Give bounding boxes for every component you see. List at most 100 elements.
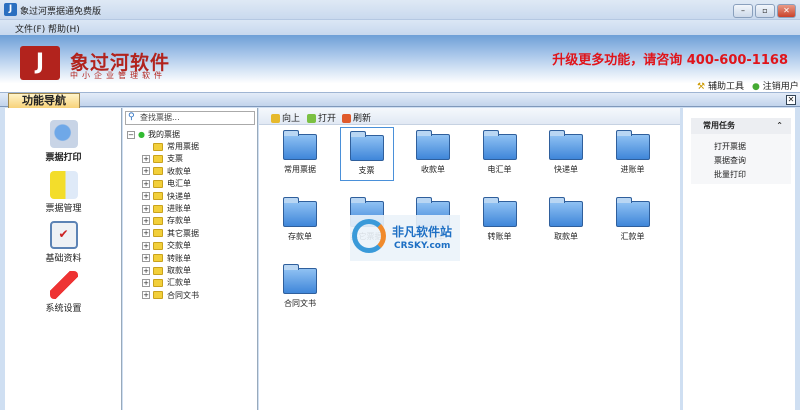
- minimize-button[interactable]: –: [733, 4, 753, 18]
- upgrade-notice: 升级更多功能，请咨询 400-600-1168: [552, 53, 788, 68]
- menu-help[interactable]: 帮助(H): [48, 22, 80, 35]
- tree-item-label: 快递单: [167, 191, 191, 201]
- expand-icon: +: [142, 154, 150, 163]
- tree-item-label: 存款单: [167, 216, 191, 226]
- tree-item[interactable]: + 收款单: [142, 166, 191, 178]
- folder-icon: [153, 241, 163, 250]
- expand-icon: +: [142, 167, 150, 176]
- folder-item[interactable]: 快递单: [539, 127, 593, 181]
- folder-item[interactable]: 支票: [339, 127, 394, 181]
- tools-label: 辅助工具: [707, 82, 744, 92]
- folder-item[interactable]: 汇款单: [606, 194, 660, 248]
- check-icon: ●: [138, 130, 145, 139]
- expand-icon: +: [142, 229, 150, 238]
- tree-item-label: 支票: [167, 154, 183, 164]
- folder-item[interactable]: 收款单: [406, 127, 460, 181]
- tree-item[interactable]: + 快递单: [142, 191, 191, 203]
- folder-item[interactable]: 常用票据: [273, 127, 327, 181]
- folder-label: 取款单: [554, 232, 578, 241]
- tab-function-nav[interactable]: 功能导航: [8, 93, 80, 108]
- tab-close-icon[interactable]: ✕: [786, 95, 796, 105]
- main-panel: 向上 打开 刷新 常用票据支票收款单电汇单快递单进账单存款单其它票据交款单转账单…: [259, 108, 680, 410]
- clipboard-icon: [49, 171, 78, 199]
- expand-icon: +: [142, 179, 150, 188]
- tree-item[interactable]: + 取款单: [142, 265, 191, 277]
- refresh-button[interactable]: 刷新: [342, 111, 371, 124]
- up-button[interactable]: 向上: [271, 111, 300, 124]
- watermark-en: CRSKY.com: [394, 241, 451, 251]
- up-label: 向上: [282, 114, 301, 124]
- nav-print[interactable]: 票据打印: [5, 120, 122, 163]
- close-button[interactable]: ✕: [777, 4, 796, 18]
- tree-item[interactable]: + 存款单: [142, 215, 191, 227]
- task-batch-print[interactable]: 批量打印: [714, 169, 746, 180]
- ticket-tree: 查找票据... ⚲ − ● 我的票据 常用票据 + 支票 + 收款单 + 电汇单 + 快递单 + 进账单…: [123, 108, 258, 410]
- folder-icon: [283, 264, 317, 294]
- folder-icon: [615, 130, 650, 160]
- folder-item[interactable]: 电汇单: [473, 127, 527, 181]
- folder-label: 汇款单: [620, 232, 645, 241]
- tree-item[interactable]: + 合同文书: [142, 290, 199, 302]
- tree-item-label: 其它票据: [167, 228, 199, 238]
- watermark: 非凡软件站 CRSKY.com: [350, 215, 460, 261]
- logo-icon: J: [20, 46, 60, 80]
- tab-bar: [0, 92, 800, 107]
- nav-basic[interactable]: ✔ 基础资料: [5, 221, 122, 264]
- folder-icon: [482, 130, 517, 160]
- tree-item[interactable]: + 支票: [142, 153, 183, 165]
- nav-manage[interactable]: 票据管理: [5, 171, 122, 214]
- brand-slogan: 中小企业管理软件: [70, 71, 166, 80]
- menu-file[interactable]: 文件(F): [15, 22, 45, 35]
- task-query[interactable]: 票据查询: [714, 155, 746, 166]
- tree-item[interactable]: + 汇款单: [142, 277, 191, 289]
- task-title: 常用任务: [703, 121, 735, 130]
- task-open[interactable]: 打开票据: [714, 141, 746, 152]
- folder-item[interactable]: 取款单: [539, 194, 593, 248]
- folder-label: 电汇单: [487, 165, 512, 174]
- tree-item-label: 汇款单: [167, 278, 191, 288]
- folder-icon: [153, 154, 163, 163]
- tree-item-label: 交款单: [167, 241, 191, 251]
- tools-button[interactable]: ⚒ 辅助工具: [697, 79, 744, 92]
- folder-icon: [153, 167, 163, 176]
- collapse-icon: −: [127, 130, 135, 139]
- tree-item[interactable]: + 进账单: [142, 203, 191, 215]
- folder-label: 转账单: [487, 232, 512, 241]
- task-header[interactable]: 常用任务 ⌃: [691, 118, 791, 134]
- expand-icon: +: [142, 278, 150, 287]
- logout-button[interactable]: ● 注销用户: [752, 79, 799, 92]
- folder-icon: [549, 130, 583, 160]
- tree-item[interactable]: + 其它票据: [142, 228, 199, 240]
- folder-item[interactable]: 转账单: [473, 194, 527, 248]
- folder-icon: [482, 197, 517, 227]
- tree-item[interactable]: + 转账单: [142, 253, 191, 265]
- folder-icon: [349, 131, 384, 161]
- nav-label: 基础资料: [45, 254, 82, 264]
- folder-icon: [153, 229, 163, 238]
- folder-item[interactable]: 进账单: [606, 127, 660, 181]
- tree-item-label: 合同文书: [167, 290, 199, 300]
- maximize-button[interactable]: ▫: [755, 4, 775, 18]
- title-bar: [0, 0, 800, 20]
- tree-root[interactable]: − ● 我的票据: [127, 129, 180, 141]
- tree-item-label: 转账单: [167, 253, 191, 263]
- nav-settings[interactable]: 系统设置: [5, 271, 122, 314]
- refresh-icon: [342, 114, 351, 123]
- tree-item[interactable]: 常用票据: [153, 141, 199, 153]
- search-input[interactable]: 查找票据...: [125, 111, 255, 125]
- folder-item[interactable]: 存款单: [273, 194, 327, 248]
- tree-item[interactable]: + 电汇单: [142, 178, 191, 190]
- folder-icon: [153, 266, 163, 275]
- folder-icon: [153, 192, 163, 201]
- tree-item[interactable]: + 交款单: [142, 240, 191, 252]
- watermark-logo: [352, 219, 386, 253]
- nav-label: 票据管理: [45, 204, 82, 214]
- task-panel: 常用任务 ⌃ 打开票据 票据查询 批量打印: [683, 108, 795, 410]
- folder-item[interactable]: 合同文书: [273, 261, 327, 315]
- folder-icon: [416, 130, 450, 160]
- open-button[interactable]: 打开: [307, 111, 336, 124]
- function-nav: 票据打印 票据管理 ✔ 基础资料 系统设置: [5, 108, 122, 410]
- collapse-icon[interactable]: ⌃: [776, 118, 783, 134]
- folder-icon: [153, 216, 163, 225]
- up-icon: [271, 114, 280, 123]
